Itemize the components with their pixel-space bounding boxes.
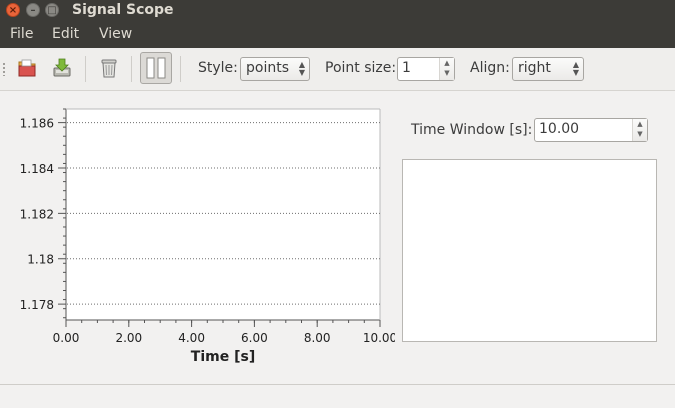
x-tick-label: 10.00	[363, 331, 395, 345]
y-tick-label: 1.18	[27, 253, 54, 267]
point-size-spinbox[interactable]: 1 ▲ ▼	[397, 57, 455, 81]
style-select[interactable]: points ▲ ▼	[240, 57, 310, 81]
x-tick-label: 0.00	[53, 331, 80, 345]
maximize-icon: □	[47, 5, 57, 16]
time-window-label: Time Window [s]:	[411, 122, 533, 138]
toolbar: Style: points ▲ ▼ Point size: 1 ▲ ▼ Align:…	[0, 48, 675, 91]
toolbar-separator	[180, 56, 181, 82]
y-tick-label: 1.182	[20, 207, 54, 221]
toolbar-separator	[85, 56, 86, 82]
time-window-spinbox[interactable]: 10.00 ▲ ▼	[534, 118, 648, 142]
menu-edit[interactable]: Edit	[52, 26, 79, 42]
point-size-value: 1	[402, 60, 411, 76]
plot-area[interactable]: 1.186 1.184 1.182 1.18 1.178 0.00 2.00 4.00 6.00…	[0, 91, 397, 371]
x-axis-label: Time [s]	[191, 349, 255, 365]
clear-button[interactable]	[94, 53, 124, 83]
time-window-value: 10.00	[539, 121, 580, 137]
pause-button[interactable]	[140, 52, 172, 84]
x-tick-label: 4.00	[178, 331, 205, 345]
align-label: Align:	[470, 60, 510, 76]
minimize-window-button[interactable]: –	[26, 3, 40, 17]
align-select-value: right	[518, 60, 551, 76]
save-button[interactable]	[47, 53, 77, 83]
open-folder-icon	[18, 59, 36, 77]
minimize-icon: –	[30, 5, 36, 16]
menu-file[interactable]: File	[10, 26, 33, 42]
maximize-window-button[interactable]: □	[45, 3, 59, 17]
status-bar	[0, 384, 675, 408]
point-size-label: Point size:	[325, 60, 397, 76]
style-label: Style:	[198, 60, 238, 76]
plot-canvas	[66, 109, 380, 320]
align-select[interactable]: right ▲ ▼	[512, 57, 584, 81]
close-window-button[interactable]: ×	[6, 3, 20, 17]
window-titlebar: × – □ Signal Scope	[0, 0, 675, 22]
spin-arrows-icon[interactable]: ▲ ▼	[439, 58, 454, 80]
style-select-value: points	[246, 60, 289, 76]
pause-icon	[146, 57, 166, 79]
trash-icon	[101, 59, 117, 78]
updown-arrows-icon: ▲ ▼	[572, 60, 579, 77]
time-plot[interactable]: 1.186 1.184 1.182 1.18 1.178 0.00 2.00 4.00 6.00…	[0, 91, 397, 371]
y-tick-label: 1.178	[20, 298, 54, 312]
open-button[interactable]	[12, 53, 42, 83]
spin-arrows-icon[interactable]: ▲ ▼	[632, 119, 647, 141]
toolbar-grip[interactable]	[2, 62, 6, 76]
close-icon: ×	[8, 5, 18, 16]
y-tick-label: 1.184	[20, 162, 54, 176]
menu-view[interactable]: View	[99, 26, 132, 42]
menu-bar: File Edit View	[0, 22, 675, 48]
y-tick-label: 1.186	[20, 117, 54, 131]
download-icon	[53, 58, 71, 77]
x-tick-label: 8.00	[304, 331, 331, 345]
toolbar-separator	[131, 56, 132, 82]
updown-arrows-icon: ▲ ▼	[298, 60, 305, 77]
window-title: Signal Scope	[72, 2, 174, 18]
signal-list[interactable]	[402, 159, 657, 342]
x-tick-label: 2.00	[115, 331, 142, 345]
x-tick-label: 6.00	[241, 331, 268, 345]
